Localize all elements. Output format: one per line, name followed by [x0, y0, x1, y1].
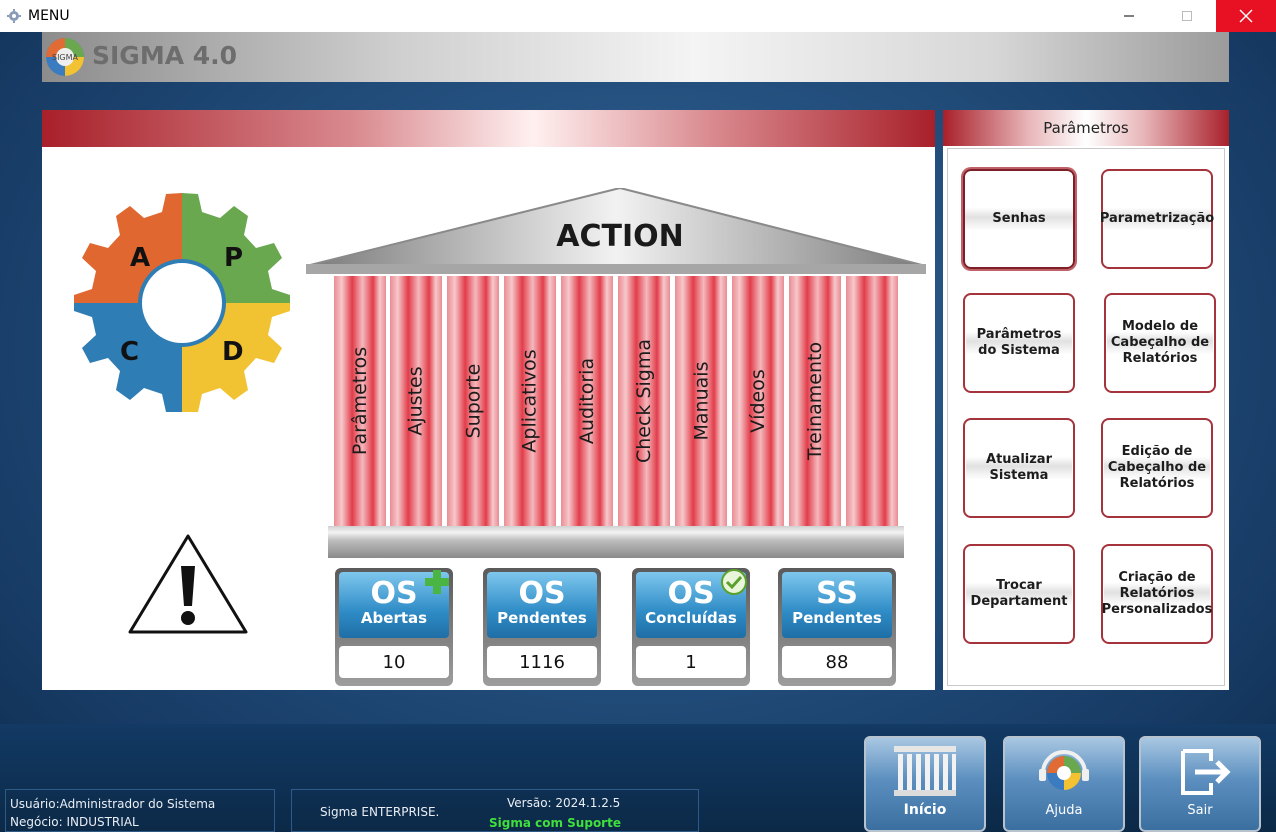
window-title: MENU [28, 8, 70, 24]
gear-icon [6, 8, 22, 24]
version-info: Sigma ENTERPRISE. Versão: 2024.1.2.5 Sig… [291, 789, 699, 832]
apcd-c: C [120, 337, 139, 367]
counter-os-abertas[interactable]: OS Abertas 10 [335, 568, 453, 686]
window-title-bar: MENU [0, 0, 1276, 32]
svg-text:SIGMA: SIGMA [52, 53, 79, 62]
modelo-cabecalho-button[interactable]: Modelo de Cabeçalho de Relatórios [1104, 293, 1216, 393]
atualizar-sistema-button[interactable]: Atualizar Sistema [963, 418, 1075, 518]
column-check-sigma[interactable]: Check Sigma [618, 276, 670, 526]
column-treinamento[interactable]: Treinamento [789, 276, 841, 526]
criacao-relatorios-button[interactable]: Criação de Relatórios Personalizados [1101, 544, 1213, 644]
senhas-button[interactable]: Senhas [963, 169, 1075, 269]
counter-value: 10 [339, 646, 449, 678]
counter-header: SS Pendentes [782, 572, 892, 638]
counter-value: 1 [636, 646, 746, 678]
business-label: Negócio: INDUSTRIAL [10, 815, 139, 829]
user-info: Usuário:Administrador do Sistema Negócio… [5, 789, 275, 832]
counter-value: 88 [782, 646, 892, 678]
column-manuais[interactable]: Manuais [675, 276, 727, 526]
edicao-cabecalho-button[interactable]: Edição de Cabeçalho de Relatórios [1101, 418, 1213, 518]
apcd-cycle-gear[interactable]: A P C D [68, 188, 296, 418]
minimize-button[interactable] [1100, 0, 1158, 32]
version-label: Versão: 2024.1.2.5 [507, 796, 621, 810]
temple-title: ACTION [556, 219, 684, 254]
counter-ss-pendentes[interactable]: SS Pendentes 88 [778, 568, 896, 686]
action-panel-header [42, 110, 935, 147]
apcd-d: D [222, 337, 244, 367]
minimize-icon [1124, 15, 1134, 17]
exit-icon [1181, 749, 1231, 795]
column-ajustes[interactable]: Ajustes [390, 276, 442, 526]
parameters-grid: Senhas Parametrização Parâmetros do Sist… [947, 148, 1225, 686]
column-videos[interactable]: Vídeos [732, 276, 784, 526]
counter-header: OS Concluídas [636, 569, 747, 638]
exit-button[interactable]: Sair [1139, 736, 1261, 832]
help-button[interactable]: Ajuda [1003, 736, 1125, 832]
parameters-title: Parâmetros [943, 110, 1229, 146]
maximize-button[interactable] [1158, 0, 1216, 32]
temple-icon [894, 746, 956, 796]
parameters-panel: Parâmetros Senhas Parametrização Parâmet… [943, 110, 1229, 690]
header-band: SIGMA SIGMA 4.0 [42, 32, 1229, 82]
counter-header: OS Abertas [339, 570, 449, 638]
counter-header: OS Pendentes [487, 572, 597, 638]
home-button[interactable]: Início [864, 736, 986, 832]
column-aplicativos[interactable]: Aplicativos [504, 276, 556, 526]
home-label: Início [903, 802, 947, 818]
help-label: Ajuda [1045, 803, 1083, 818]
edition-label: Sigma ENTERPRISE. [320, 805, 440, 819]
headset-icon [1039, 750, 1089, 790]
temple-base [328, 526, 904, 558]
close-button[interactable] [1216, 0, 1276, 32]
close-icon [1239, 9, 1253, 23]
sigma-logo-icon: SIGMA [46, 38, 84, 76]
counter-value: 1116 [487, 646, 597, 678]
support-status: Sigma com Suporte [489, 816, 621, 830]
brand-title: SIGMA 4.0 [92, 41, 238, 70]
column-auditoria[interactable]: Auditoria [561, 276, 613, 526]
parametros-sistema-button[interactable]: Parâmetros do Sistema [963, 293, 1075, 393]
column-parametros[interactable]: Parâmetros [334, 276, 386, 526]
plus-icon [425, 570, 449, 594]
warning-icon[interactable] [126, 532, 250, 636]
counter-os-pendentes[interactable]: OS Pendentes 1116 [483, 568, 601, 686]
trocar-departamento-button[interactable]: Trocar Departament [963, 544, 1075, 644]
maximize-icon [1182, 11, 1192, 21]
apcd-p: P [224, 243, 243, 273]
exit-label: Sair [1187, 803, 1213, 818]
user-label: Usuário:Administrador do Sistema [10, 797, 216, 811]
apcd-a: A [130, 243, 150, 273]
counter-os-concluidas[interactable]: OS Concluídas 1 [632, 568, 750, 686]
column-suporte[interactable]: Suporte [447, 276, 499, 526]
column-blank[interactable] [846, 276, 898, 526]
parametrizacao-button[interactable]: Parametrização [1100, 169, 1214, 269]
check-icon [721, 569, 747, 595]
